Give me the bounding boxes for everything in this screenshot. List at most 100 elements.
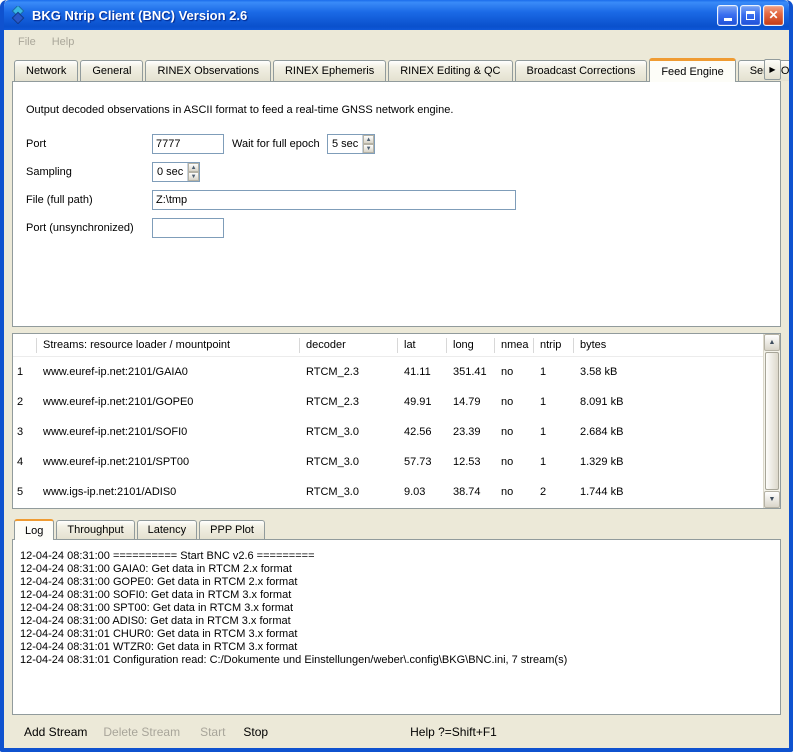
spin-down-button[interactable]: ▼: [363, 144, 374, 153]
port-label: Port: [26, 138, 46, 150]
cell-mountpoint: www.euref-ip.net:2101/GAIA0: [37, 366, 300, 378]
spin-down-button[interactable]: ▼: [188, 172, 199, 181]
tab-network[interactable]: Network: [14, 60, 78, 81]
tab-rinex-ephemeris[interactable]: RINEX Ephemeris: [273, 60, 386, 81]
wait-for-full-epoch-label: Wait for full epoch: [232, 138, 320, 150]
tab-feed-engine[interactable]: Feed Engine: [649, 58, 735, 82]
row-number: 5: [13, 486, 37, 498]
tab-label: Latency: [148, 524, 187, 536]
tab-general[interactable]: General: [80, 60, 143, 81]
vertical-scrollbar[interactable]: ▲ ▼: [763, 334, 780, 508]
spin-up-button[interactable]: ▲: [188, 163, 199, 172]
tab-latency[interactable]: Latency: [137, 520, 198, 539]
menu-help[interactable]: Help: [44, 33, 83, 51]
close-button[interactable]: ✕: [763, 5, 784, 26]
cell-nmea: no: [495, 396, 534, 408]
tab-rinex-observations[interactable]: RINEX Observations: [145, 60, 270, 81]
app-icon: [9, 6, 27, 24]
header-ntrip: ntrip: [534, 338, 574, 353]
tab-rinex-editing-qc[interactable]: RINEX Editing & QC: [388, 60, 512, 81]
delete-stream-button[interactable]: Delete Stream: [99, 723, 184, 741]
arrow-up-icon: ▲: [769, 339, 776, 346]
table-row[interactable]: 5 www.igs-ip.net:2101/ADIS0 RTCM_3.0 9.0…: [13, 477, 763, 507]
cell-mountpoint: www.euref-ip.net:2101/GOPE0: [37, 396, 300, 408]
header-bytes: bytes: [574, 338, 763, 353]
header-nmea: nmea: [495, 338, 534, 353]
footer-bar: Add Stream Delete Stream Start Stop Help…: [12, 715, 781, 748]
tab-label: RINEX Ephemeris: [285, 65, 374, 77]
cell-long: 351.41: [447, 366, 495, 378]
tab-ppp-plot[interactable]: PPP Plot: [199, 520, 265, 539]
tab-log[interactable]: Log: [14, 519, 54, 540]
cell-ntrip: 1: [534, 396, 574, 408]
menubar: File Help: [4, 30, 789, 53]
cell-long: 14.79: [447, 396, 495, 408]
table-row[interactable]: 3 www.euref-ip.net:2101/SOFI0 RTCM_3.0 4…: [13, 417, 763, 447]
log-line: 12-04-24 08:31:00 SPT00: Get data in RTC…: [20, 602, 773, 615]
log-line: 12-04-24 08:31:00 ========== Start BNC v…: [20, 550, 773, 563]
start-button[interactable]: Start: [196, 723, 229, 741]
log-line: 12-04-24 08:31:00 SOFI0: Get data in RTC…: [20, 589, 773, 602]
panel-description: Output decoded observations in ASCII for…: [26, 104, 453, 116]
scrollbar-thumb[interactable]: [765, 352, 779, 490]
scroll-up-button[interactable]: ▲: [764, 334, 780, 351]
log-panel: 12-04-24 08:31:00 ========== Start BNC v…: [12, 539, 781, 715]
sampling-value: 0 sec: [153, 163, 187, 181]
scroll-down-button[interactable]: ▼: [764, 491, 780, 508]
window-controls: ✕: [717, 5, 784, 26]
table-row[interactable]: 2 www.euref-ip.net:2101/GOPE0 RTCM_2.3 4…: [13, 387, 763, 417]
cell-bytes: 8.091 kB: [574, 396, 763, 408]
cell-ntrip: 2: [534, 486, 574, 498]
port-input[interactable]: [152, 134, 224, 154]
cell-mountpoint: www.igs-ip.net:2101/ADIS0: [37, 486, 300, 498]
cell-bytes: 3.58 kB: [574, 366, 763, 378]
header-mountpoint: Streams: resource loader / mountpoint: [37, 338, 300, 353]
cell-decoder: RTCM_2.3: [300, 366, 398, 378]
cell-lat: 57.73: [398, 456, 447, 468]
maximize-button[interactable]: [740, 5, 761, 26]
sampling-spinbox[interactable]: 0 sec ▲ ▼: [152, 162, 200, 182]
log-line: 12-04-24 08:31:01 Configuration read: C:…: [20, 654, 773, 667]
tab-label: RINEX Observations: [157, 65, 258, 77]
cell-decoder: RTCM_3.0: [300, 456, 398, 468]
tab-broadcast-corrections[interactable]: Broadcast Corrections: [515, 60, 648, 81]
tab-label: PPP Plot: [210, 524, 254, 536]
cell-nmea: no: [495, 456, 534, 468]
tab-label: RINEX Editing & QC: [400, 65, 500, 77]
table-row[interactable]: 1 www.euref-ip.net:2101/GAIA0 RTCM_2.3 4…: [13, 357, 763, 387]
table-row[interactable]: 4 www.euref-ip.net:2101/SPT00 RTCM_3.0 5…: [13, 447, 763, 477]
close-icon: ✕: [768, 9, 778, 21]
log-line: 12-04-24 08:31:00 GOPE0: Get data in RTC…: [20, 576, 773, 589]
cell-long: 38.74: [447, 486, 495, 498]
spinner-arrows: ▲ ▼: [362, 135, 374, 153]
cell-nmea: no: [495, 426, 534, 438]
tab-scroll-right-button[interactable]: ▶: [764, 59, 781, 80]
spin-up-button[interactable]: ▲: [363, 135, 374, 144]
wait-value: 5 sec: [328, 135, 362, 153]
cell-nmea: no: [495, 486, 534, 498]
tab-label: General: [92, 65, 131, 77]
cell-nmea: no: [495, 366, 534, 378]
cell-long: 23.39: [447, 426, 495, 438]
cell-decoder: RTCM_2.3: [300, 396, 398, 408]
tab-throughput[interactable]: Throughput: [56, 520, 134, 539]
titlebar[interactable]: BKG Ntrip Client (BNC) Version 2.6 ✕: [4, 0, 789, 30]
minimize-button[interactable]: [717, 5, 738, 26]
wait-spinbox[interactable]: 5 sec ▲ ▼: [327, 134, 375, 154]
add-stream-button[interactable]: Add Stream: [20, 723, 91, 741]
tab-label: Network: [26, 65, 66, 77]
row-number: 1: [13, 366, 37, 378]
cell-ntrip: 1: [534, 426, 574, 438]
log-line: 12-04-24 08:31:01 CHUR0: Get data in RTC…: [20, 628, 773, 641]
tab-label: Throughput: [67, 524, 123, 536]
app-window: BKG Ntrip Client (BNC) Version 2.6 ✕ Fil…: [0, 0, 793, 752]
menu-file[interactable]: File: [10, 33, 44, 51]
stop-button[interactable]: Stop: [239, 723, 272, 741]
chevron-right-icon: ▶: [769, 65, 775, 74]
file-path-input[interactable]: [152, 190, 516, 210]
header-rownum: [13, 338, 37, 353]
port-unsynchronized-input[interactable]: [152, 218, 224, 238]
client-area: Network General RINEX Observations RINEX…: [4, 53, 789, 748]
tab-label: Feed Engine: [661, 66, 723, 78]
cell-bytes: 1.329 kB: [574, 456, 763, 468]
